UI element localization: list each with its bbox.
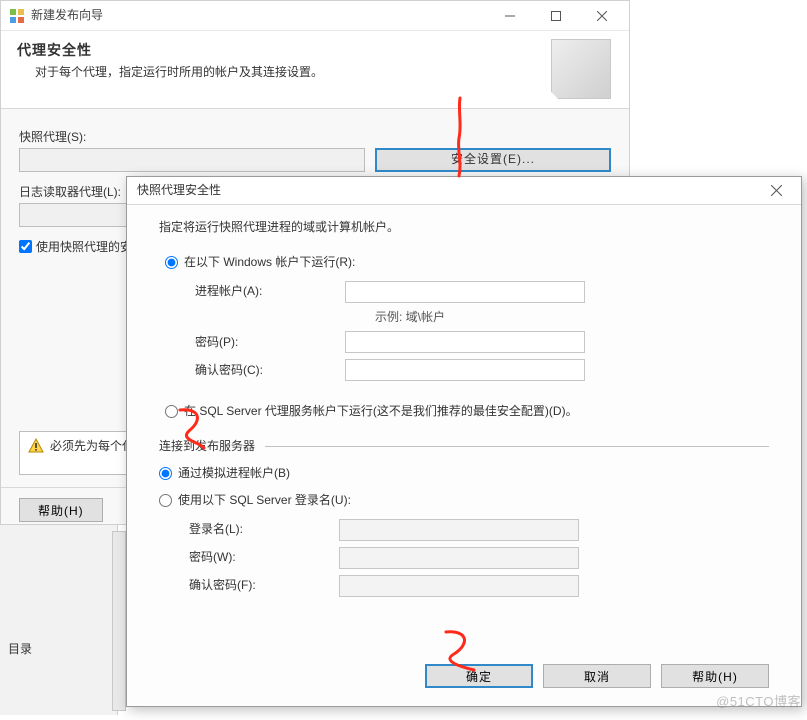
wizard-help-button[interactable]: 帮助(H) (19, 498, 103, 522)
ide-panel: 目录 (0, 525, 118, 715)
use-snapshot-settings-input[interactable] (19, 240, 32, 253)
process-account-input[interactable] (345, 281, 585, 303)
wizard-header: 代理安全性 对于每个代理，指定运行时所用的帐户及其连接设置。 (1, 31, 629, 109)
dialog-body: 指定将运行快照代理进程的域或计算机帐户。 在以下 Windows 帐户下运行(R… (127, 205, 801, 597)
cancel-button[interactable]: 取消 (543, 664, 651, 688)
process-account-label: 进程帐户(A): (195, 283, 345, 300)
run-as-sqlagent-input[interactable] (165, 405, 178, 418)
use-snapshot-settings-label: 使用快照代理的安 (36, 239, 132, 256)
close-icon (771, 185, 782, 196)
wizard-app-icon (9, 8, 25, 24)
watermark: @51CTO博客 (716, 693, 801, 711)
dialog-titlebar: 快照代理安全性 (127, 177, 801, 205)
sql-login-label: 使用以下 SQL Server 登录名(U): (178, 492, 351, 509)
sql-login-form: 登录名(L): 密码(W): 确认密码(F): (189, 519, 769, 597)
login-input[interactable] (339, 519, 579, 541)
wizard-subtext: 对于每个代理，指定运行时所用的帐户及其连接设置。 (35, 64, 613, 81)
dialog-footer: 确定 取消 帮助(H) (425, 664, 769, 688)
wizard-title: 新建发布向导 (31, 7, 487, 24)
impersonate-radio[interactable]: 通过模拟进程帐户(B) (159, 465, 769, 482)
snapshot-agent-label: 快照代理(S): (19, 129, 611, 146)
ide-panel-label: 目录 (8, 641, 109, 658)
wizard-titlebar: 新建发布向导 (1, 1, 629, 31)
impersonate-input[interactable] (159, 467, 172, 480)
snapshot-agent-security-dialog: 快照代理安全性 指定将运行快照代理进程的域或计算机帐户。 在以下 Windows… (126, 176, 802, 707)
password-label: 密码(P): (195, 334, 345, 351)
run-as-sqlagent-label: 在 SQL Server 代理服务帐户下运行(这不是我们推荐的最佳安全配置)(D… (184, 403, 578, 420)
windows-account-form: 进程帐户(A): 示例: 域\帐户 密码(P): 确认密码(C): (195, 281, 769, 382)
account-example-hint: 示例: 域\帐户 (375, 309, 769, 326)
warning-text: 必须先为每个代 (50, 438, 134, 455)
run-as-group: 在以下 Windows 帐户下运行(R): 进程帐户(A): 示例: 域\帐户 … (165, 254, 769, 420)
maximize-icon (551, 11, 561, 21)
wizard-heading: 代理安全性 (17, 41, 613, 61)
sql-login-input[interactable] (159, 494, 172, 507)
impersonate-label: 通过模拟进程帐户(B) (178, 465, 290, 482)
minimize-icon (505, 11, 515, 21)
dialog-close-button[interactable] (755, 177, 797, 204)
run-as-windows-radio[interactable]: 在以下 Windows 帐户下运行(R): (165, 254, 769, 271)
password-input[interactable] (345, 331, 585, 353)
fieldset-divider (265, 446, 769, 447)
close-icon (597, 11, 607, 21)
snapshot-agent-field (19, 148, 365, 172)
run-as-windows-label: 在以下 Windows 帐户下运行(R): (184, 254, 355, 271)
run-as-windows-input[interactable] (165, 256, 178, 269)
password2-label: 密码(W): (189, 549, 339, 566)
run-as-sqlagent-radio[interactable]: 在 SQL Server 代理服务帐户下运行(这不是我们推荐的最佳安全配置)(D… (165, 403, 769, 420)
dialog-instruction: 指定将运行快照代理进程的域或计算机帐户。 (159, 219, 769, 236)
connect-publisher-fieldset: 连接到发布服务器 通过模拟进程帐户(B) 使用以下 SQL Server 登录名… (159, 438, 769, 596)
confirm-password-input[interactable] (345, 359, 585, 381)
confirm-password-label: 确认密码(C): (195, 362, 345, 379)
close-button[interactable] (579, 1, 625, 30)
warning-icon (28, 438, 44, 459)
ok-button[interactable]: 确定 (425, 664, 533, 688)
dialog-title: 快照代理安全性 (137, 182, 755, 199)
confirm-password2-input[interactable] (339, 575, 579, 597)
maximize-button[interactable] (533, 1, 579, 30)
wizard-decor-icon (551, 39, 611, 99)
login-label: 登录名(L): (189, 521, 339, 538)
ide-tab-strip (112, 531, 126, 711)
security-settings-button[interactable]: 安全设置(E)... (375, 148, 611, 172)
confirm-password2-label: 确认密码(F): (189, 577, 339, 594)
minimize-button[interactable] (487, 1, 533, 30)
connect-publisher-legend: 连接到发布服务器 (159, 438, 255, 455)
sql-login-radio[interactable]: 使用以下 SQL Server 登录名(U): (159, 492, 769, 509)
help-button[interactable]: 帮助(H) (661, 664, 769, 688)
password2-input[interactable] (339, 547, 579, 569)
